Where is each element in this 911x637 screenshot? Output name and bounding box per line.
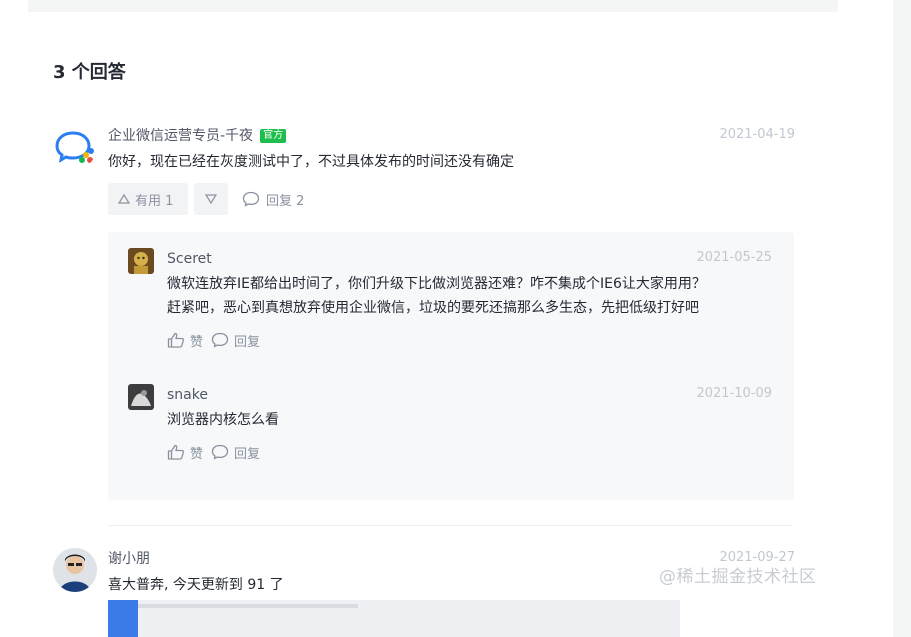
comment-bubble-icon xyxy=(211,444,229,460)
reply-label: 回复 xyxy=(234,334,261,350)
previous-section-strip xyxy=(28,0,838,12)
upvote-triangle-icon xyxy=(118,193,130,204)
upvote-button[interactable]: 有用 1 xyxy=(108,183,188,215)
like-button[interactable]: 赞 xyxy=(167,331,203,350)
reply-count-label: 回复 2 xyxy=(266,193,305,209)
thumb-up-icon xyxy=(167,444,185,460)
right-sidebar-edge xyxy=(893,0,911,637)
avatar-image xyxy=(128,384,154,410)
answer-content: 你好，现在已经在灰度测试中了，不过具体发布的时间还没有确定 xyxy=(108,154,514,170)
avatar-image xyxy=(53,548,97,592)
answer-divider xyxy=(108,525,793,526)
avatar[interactable] xyxy=(128,384,154,410)
reply-content: 浏览器内核怎么看 xyxy=(167,412,279,428)
reply-author[interactable]: Sceret xyxy=(167,251,212,267)
comment-bubble-icon xyxy=(211,332,229,348)
answer-author[interactable]: 谢小朋 xyxy=(108,548,150,570)
like-label: 赞 xyxy=(190,446,204,462)
reply-actions: 赞 回复 xyxy=(167,442,772,462)
reply-label: 回复 xyxy=(234,446,261,462)
upvote-label: 有用 1 xyxy=(135,193,174,209)
reply-content: 微软连放弃IE都给出时间了，你们升级下比做浏览器还难？咋不集成个IE6让大家用用… xyxy=(167,272,772,320)
avatar[interactable] xyxy=(53,125,97,169)
answers-count-title: 3 个回答 xyxy=(53,62,126,83)
reply-content-line: 微软连放弃IE都给出时间了，你们升级下比做浏览器还难？咋不集成个IE6让大家用用… xyxy=(167,276,706,292)
watermark: @稀土掘金技术社区 xyxy=(659,567,817,587)
downvote-triangle-icon xyxy=(205,194,217,205)
avatar[interactable] xyxy=(53,548,97,592)
reply-date: 2021-05-25 xyxy=(696,250,772,265)
reply-button[interactable]: 回复 2 xyxy=(242,190,304,209)
answer-author[interactable]: 企业微信运营专员-千夜 xyxy=(108,125,253,147)
answer-actions: 有用 1 回复 2 xyxy=(108,183,795,215)
reply-actions: 赞 回复 xyxy=(167,330,772,350)
like-button[interactable]: 赞 xyxy=(167,443,203,462)
reply-list: Sceret 2021-05-25 微软连放弃IE都给出时间了，你们升级下比做浏… xyxy=(108,232,794,500)
like-label: 赞 xyxy=(190,334,204,350)
downvote-button[interactable] xyxy=(194,183,228,215)
official-badge: 官方 xyxy=(260,129,287,143)
answer-date: 2021-04-19 xyxy=(719,127,795,142)
avatar-image xyxy=(128,248,154,274)
reply-button[interactable]: 回复 xyxy=(211,331,260,350)
reply-content-line: 赶紧吧，恶心到真想放弃使用企业微信，垃圾的要死还搞那么多生态，先把低级打好吧 xyxy=(167,300,699,316)
wecom-logo-icon xyxy=(55,131,94,164)
reply-author[interactable]: snake xyxy=(167,387,208,403)
reply-date: 2021-10-09 xyxy=(696,386,772,401)
avatar[interactable] xyxy=(128,248,154,274)
thumb-up-icon xyxy=(167,332,185,348)
comment-bubble-icon xyxy=(242,191,260,207)
reply-button[interactable]: 回复 xyxy=(211,443,260,462)
answer-screenshot-image xyxy=(108,600,680,637)
